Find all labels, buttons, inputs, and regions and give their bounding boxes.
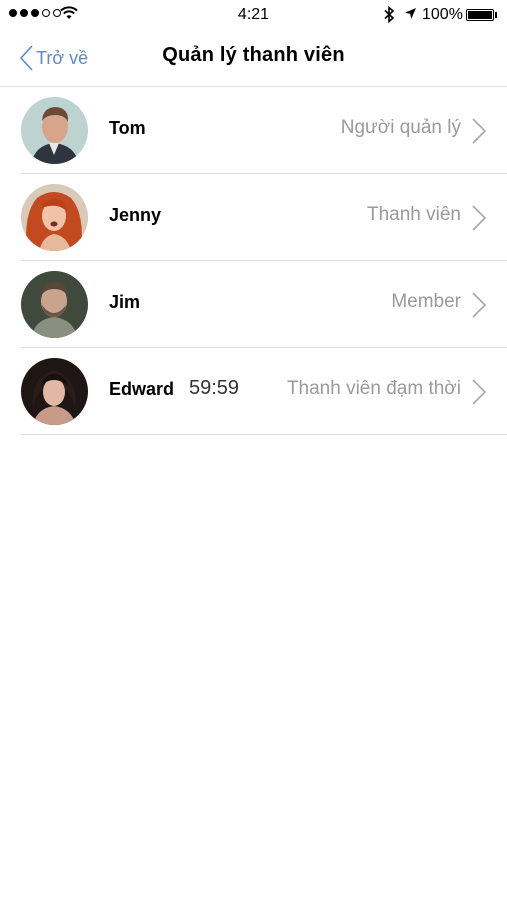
battery-percentage: 100% — [422, 6, 463, 23]
location-arrow-icon — [405, 8, 416, 19]
member-list: Tom Người quản lý Jenny Thanh viên Jim M… — [0, 87, 507, 435]
member-role: Member — [391, 291, 461, 312]
member-name: Jim — [109, 292, 141, 312]
battery-tip — [495, 12, 497, 18]
member-row-jim[interactable]: Jim Member — [21, 261, 507, 348]
member-role: Người quản lý — [340, 117, 461, 138]
member-name: Jenny — [109, 205, 162, 225]
member-row-tom[interactable]: Tom Người quản lý — [21, 87, 507, 174]
navigation-bar: Trở về Quản lý thanh viên — [0, 30, 507, 87]
member-row-edward[interactable]: Edward 59:59 Thanh viên đạm thời — [21, 348, 507, 435]
member-timer: 59:59 — [189, 377, 240, 399]
avatar — [21, 271, 88, 338]
bluetooth-icon — [384, 6, 395, 23]
chevron-right-icon — [472, 292, 487, 318]
page-title: Quản lý thanh viên — [162, 44, 345, 66]
chevron-right-icon — [472, 118, 487, 144]
avatar — [21, 358, 88, 425]
member-row-jenny[interactable]: Jenny Thanh viên — [21, 174, 507, 261]
avatar — [21, 97, 88, 164]
battery-icon — [466, 9, 494, 21]
status-bar: 4:21 100% — [0, 0, 507, 30]
avatar — [21, 184, 88, 251]
chevron-right-icon — [472, 205, 487, 231]
chevron-right-icon — [472, 379, 487, 405]
member-role: Thanh viên đạm thời — [286, 378, 461, 399]
member-role: Thanh viên — [366, 204, 461, 225]
member-name: Edward — [109, 379, 175, 399]
member-name: Tom — [109, 118, 146, 138]
